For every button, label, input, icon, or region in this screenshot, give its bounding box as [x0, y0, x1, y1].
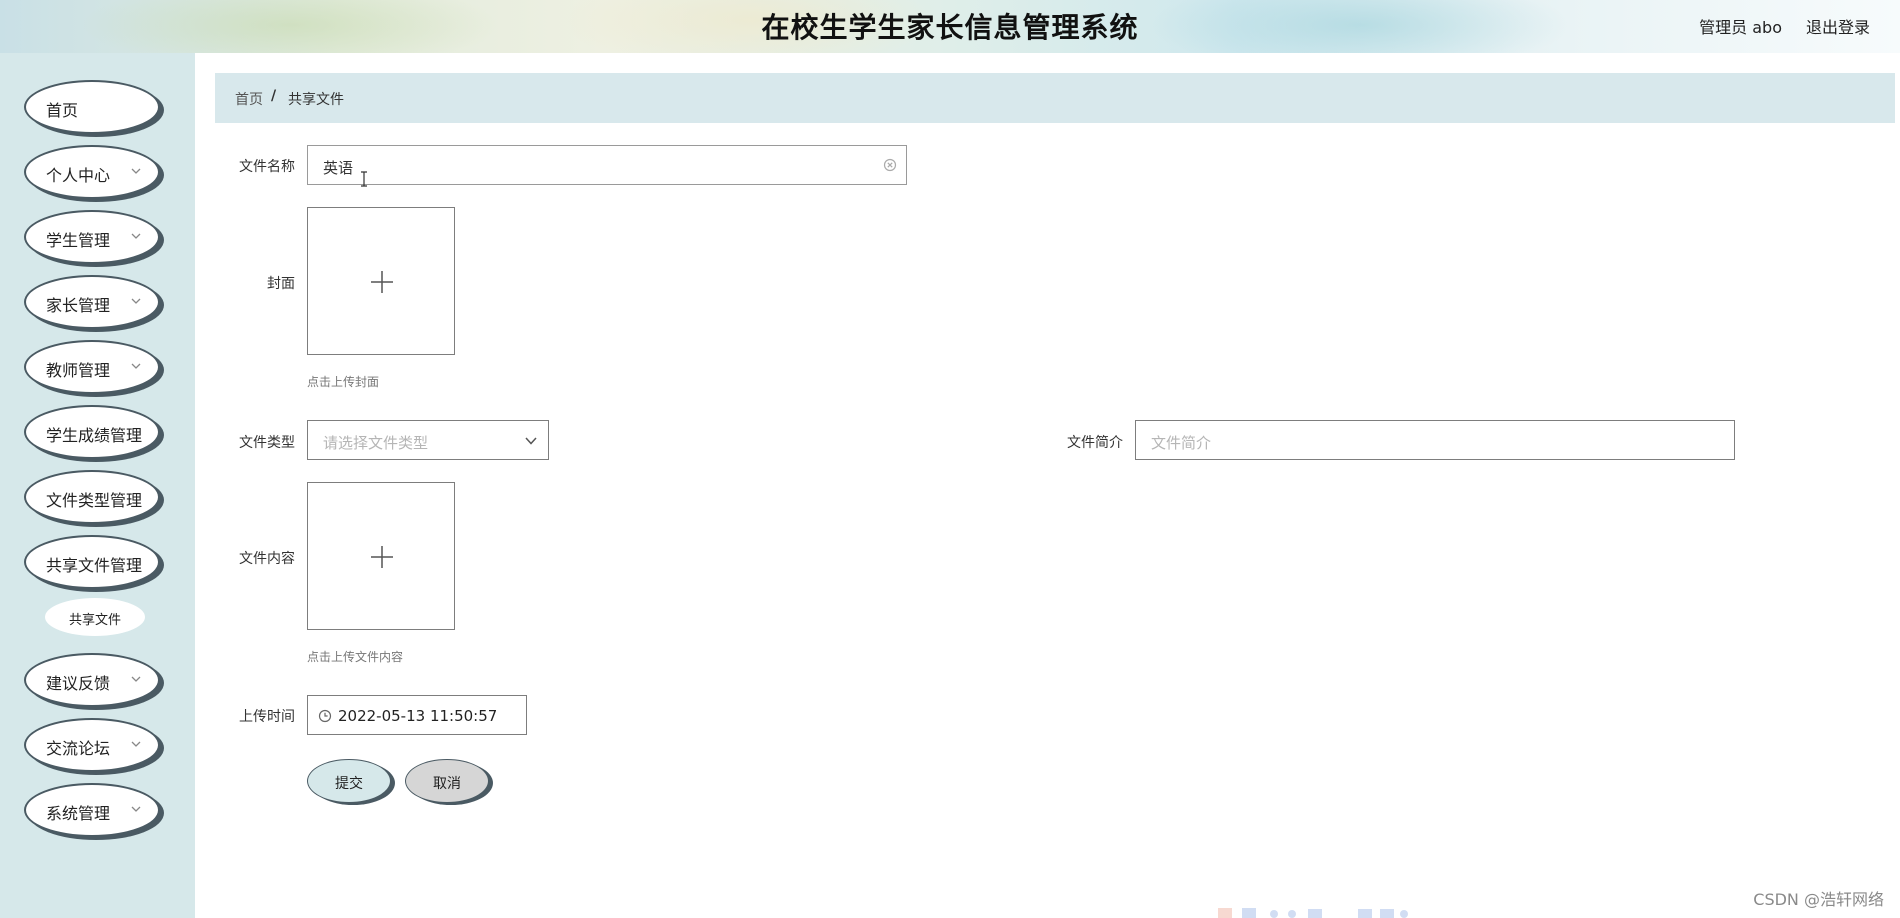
sidebar-item-system-management[interactable]: 系统管理 — [24, 783, 160, 837]
sidebar-item-feedback[interactable]: 建议反馈 — [24, 653, 160, 707]
file-content-upload[interactable] — [307, 482, 455, 630]
breadcrumb-current: 共享文件 — [288, 92, 344, 108]
chevron-down-icon — [131, 298, 141, 304]
current-user: 管理员 abo — [1699, 18, 1782, 37]
clear-icon[interactable] — [883, 158, 897, 172]
upload-time-label: 上传时间 — [239, 709, 295, 725]
sidebar-item-label: 首页 — [46, 101, 79, 120]
sidebar-item-label: 家长管理 — [46, 296, 111, 315]
file-type-label: 文件类型 — [239, 435, 295, 451]
sidebar: 首页 个人中心 学生管理 家长管理 教师管理 学生成绩管理 文件类型管理 共享文… — [0, 53, 195, 918]
cancel-button[interactable]: 取消 — [405, 759, 489, 803]
plus-icon — [371, 546, 393, 568]
chevron-down-icon — [131, 168, 141, 174]
upload-time-picker[interactable]: 2022-05-13 11:50:57 — [307, 695, 527, 735]
file-type-placeholder: 请选择文件类型 — [323, 434, 429, 452]
sidebar-item-label: 教师管理 — [46, 361, 111, 380]
sidebar-subitem-shared-files[interactable]: 共享文件 — [45, 598, 145, 636]
chevron-down-icon — [131, 741, 141, 747]
submit-button[interactable]: 提交 — [307, 759, 391, 803]
chevron-down-icon — [131, 233, 141, 239]
breadcrumb-separator: / — [271, 88, 277, 104]
sidebar-item-label: 文件类型管理 — [46, 491, 143, 510]
sidebar-item-home[interactable]: 首页 — [24, 80, 160, 134]
file-name-value: 英语 — [323, 159, 354, 177]
chevron-down-icon — [131, 806, 141, 812]
cover-hint: 点击上传封面 — [307, 375, 380, 389]
clock-icon — [318, 709, 332, 723]
text-cursor-icon — [361, 171, 367, 187]
sidebar-item-label: 系统管理 — [46, 804, 111, 823]
file-name-input[interactable]: 英语 — [307, 145, 907, 185]
sidebar-item-label: 个人中心 — [46, 166, 111, 185]
sidebar-subitem-label: 共享文件 — [68, 613, 121, 628]
file-type-select[interactable]: 请选择文件类型 — [307, 420, 549, 460]
sidebar-item-file-type-management[interactable]: 文件类型管理 — [24, 470, 160, 524]
breadcrumb-home[interactable]: 首页 — [235, 89, 263, 109]
sidebar-item-label: 建议反馈 — [46, 674, 111, 693]
sidebar-item-grade-management[interactable]: 学生成绩管理 — [24, 405, 160, 459]
sidebar-item-personal-center[interactable]: 个人中心 — [24, 145, 160, 199]
chevron-down-icon — [525, 437, 537, 445]
sidebar-item-teacher-management[interactable]: 教师管理 — [24, 340, 160, 394]
app-title: 在校生学生家长信息管理系统 — [761, 11, 1139, 44]
file-intro-input[interactable]: 文件简介 — [1135, 420, 1735, 460]
file-name-label: 文件名称 — [239, 159, 295, 175]
upload-time-value: 2022-05-13 11:50:57 — [338, 707, 498, 725]
cancel-button-label: 取消 — [433, 776, 461, 792]
sidebar-item-label: 学生成绩管理 — [46, 426, 143, 445]
sidebar-item-label: 共享文件管理 — [46, 556, 143, 575]
ime-toolbar-icon — [1218, 908, 1408, 918]
sidebar-item-student-management[interactable]: 学生管理 — [24, 210, 160, 264]
breadcrumb: 首页 / 共享文件 — [215, 73, 1895, 123]
file-content-hint: 点击上传文件内容 — [307, 650, 404, 664]
plus-icon — [371, 271, 393, 293]
sidebar-item-forum[interactable]: 交流论坛 — [24, 718, 160, 772]
sidebar-item-label: 交流论坛 — [46, 739, 111, 758]
header-banner: 在校生学生家长信息管理系统 管理员 abo 退出登录 — [0, 0, 1900, 53]
file-content-label: 文件内容 — [239, 551, 295, 567]
sidebar-item-parent-management[interactable]: 家长管理 — [24, 275, 160, 329]
sidebar-item-shared-file-management[interactable]: 共享文件管理 — [24, 535, 160, 589]
file-intro-placeholder: 文件简介 — [1151, 434, 1212, 452]
chevron-down-icon — [131, 676, 141, 682]
logout-link[interactable]: 退出登录 — [1806, 14, 1870, 38]
cover-label: 封面 — [267, 276, 295, 292]
chevron-down-icon — [131, 363, 141, 369]
file-intro-label: 文件简介 — [1067, 435, 1123, 451]
submit-button-label: 提交 — [335, 776, 363, 792]
watermark: CSDN @浩轩网络 — [1753, 890, 1884, 909]
sidebar-item-label: 学生管理 — [46, 231, 111, 250]
cover-upload[interactable] — [307, 207, 455, 355]
